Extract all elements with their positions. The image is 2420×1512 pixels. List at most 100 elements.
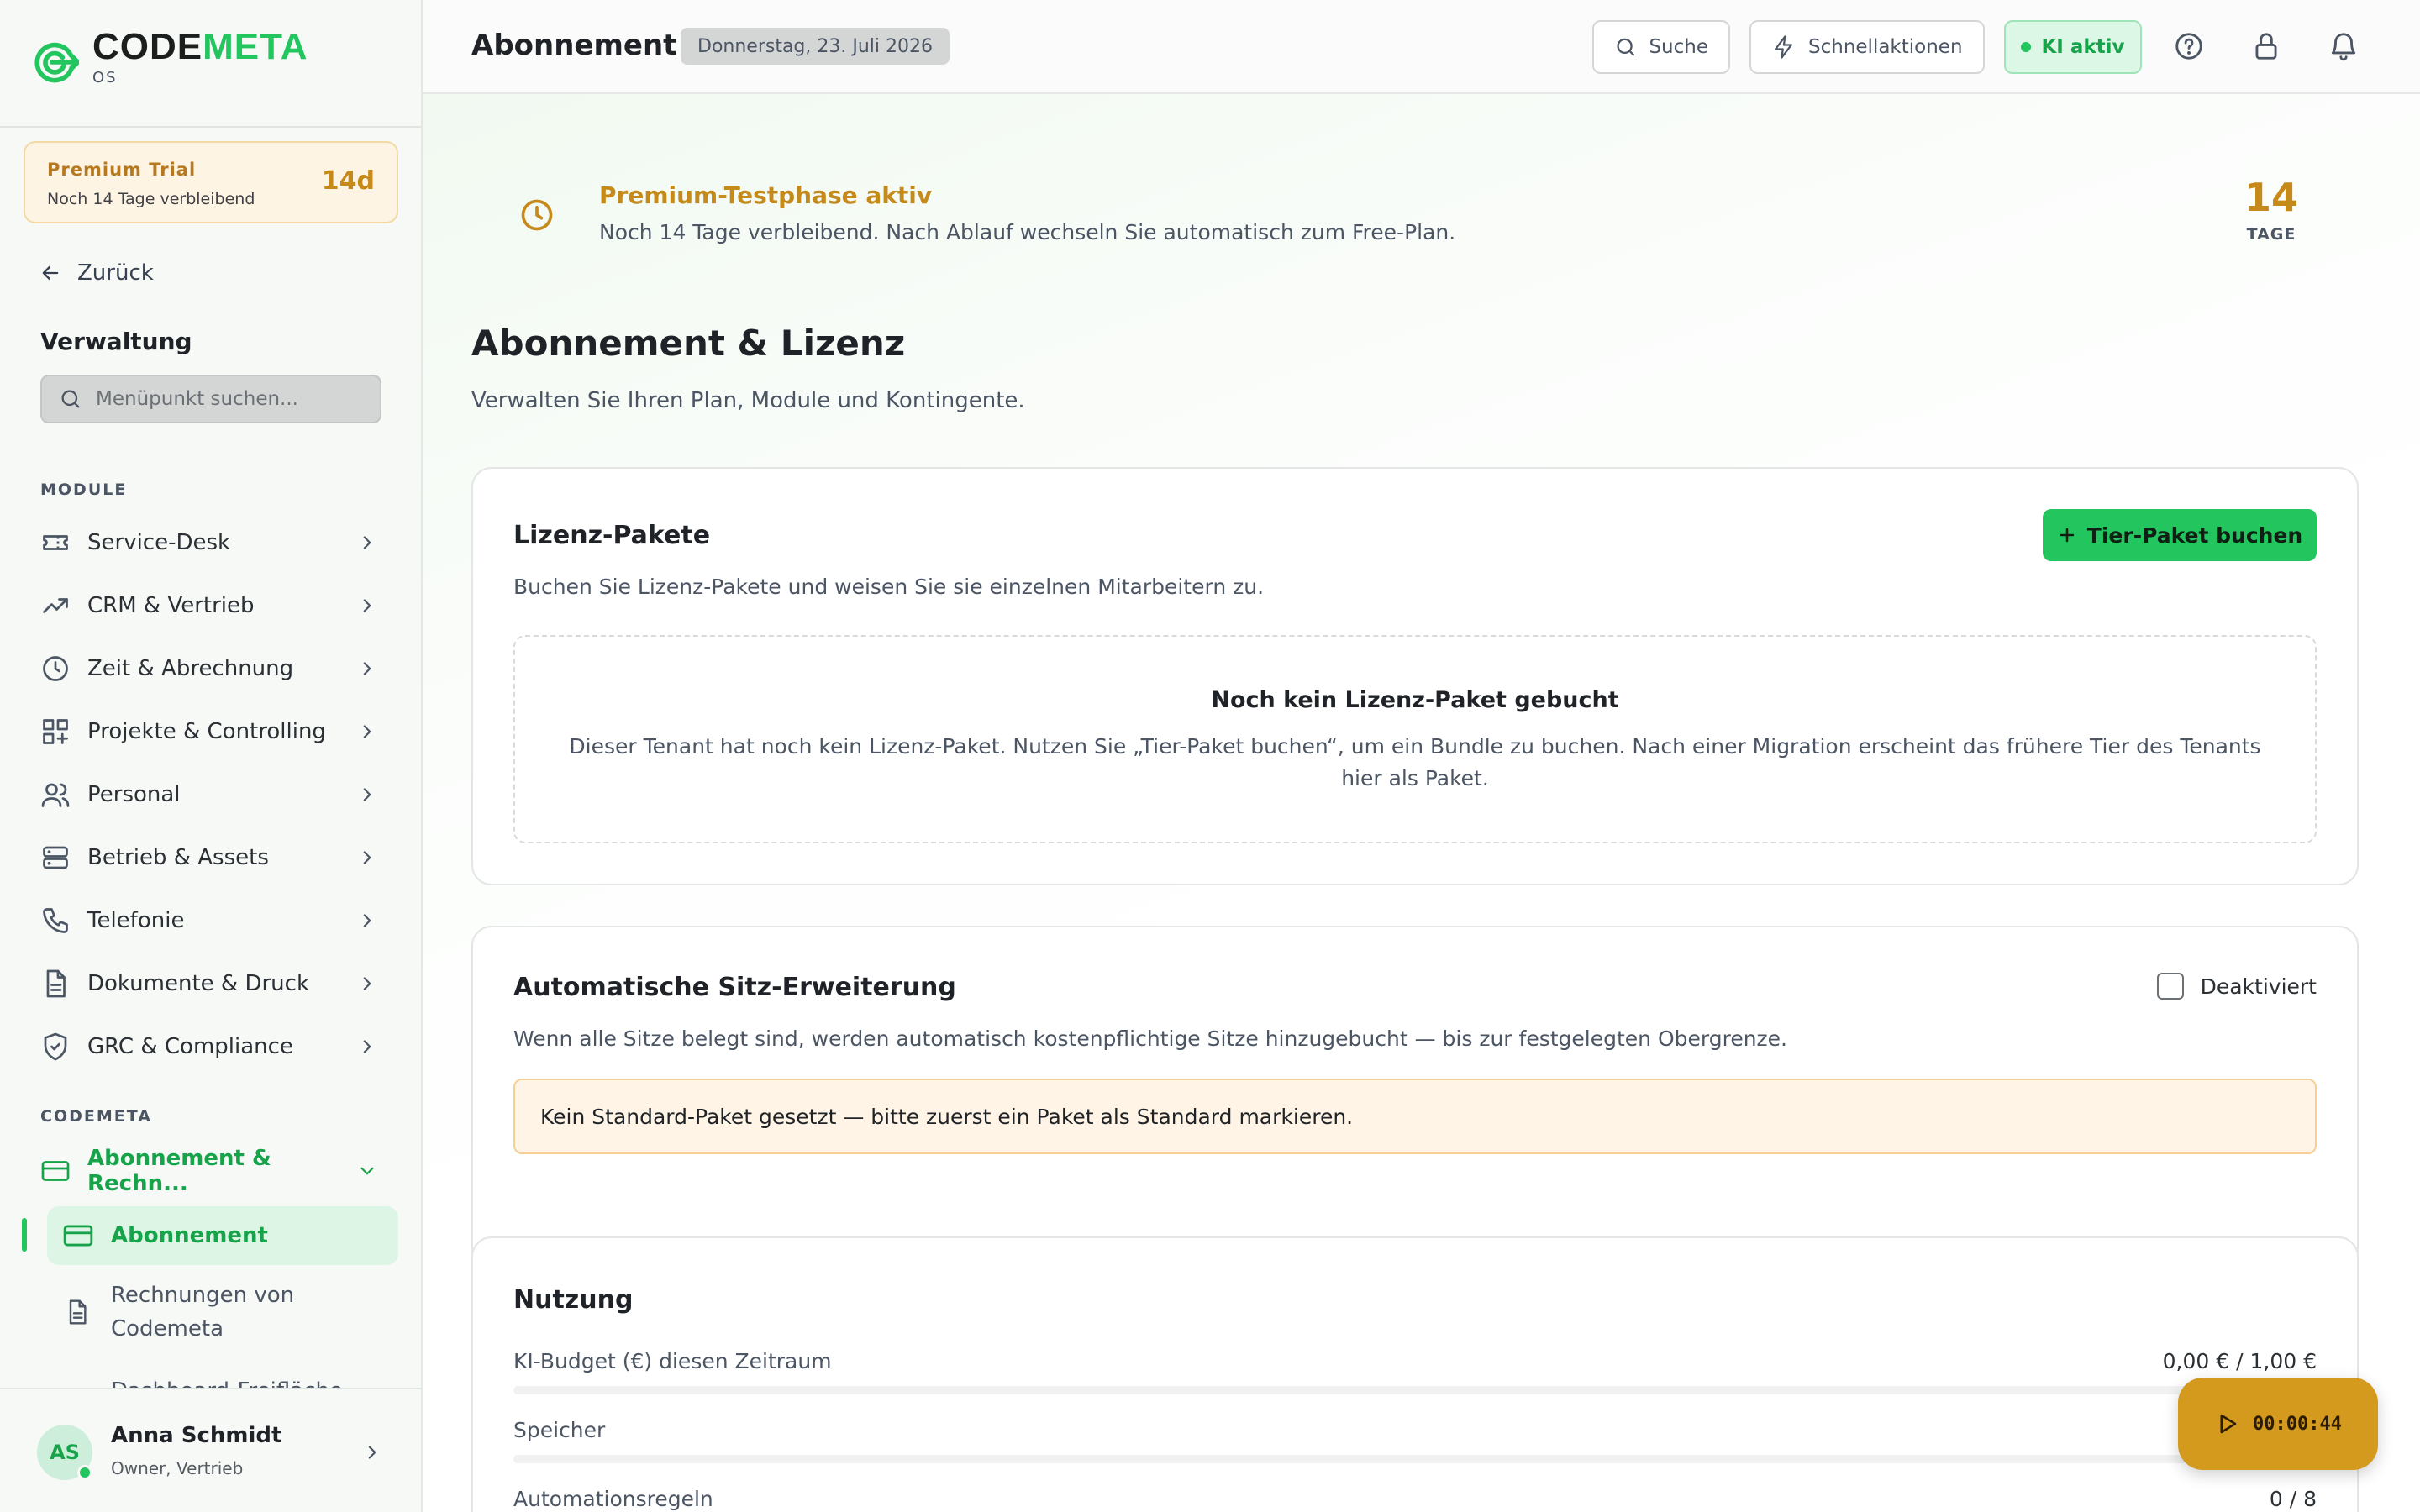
chevron-right-icon (363, 914, 371, 927)
date-badge: Donnerstag, 23. Juli 2026 (681, 28, 950, 65)
back-label: Zurück (77, 260, 154, 286)
menu-search-input[interactable]: Menüpunkt suchen... (40, 375, 381, 423)
trial-days: 14d (321, 166, 375, 196)
ki-status-label: KI aktiv (2041, 36, 2125, 58)
sidebar-item-label: Betrieb & Assets (87, 845, 269, 870)
app-logo[interactable]: CODEMETA OS (32, 27, 308, 87)
main-content: Premium-Testphase aktiv Noch 14 Tage ver… (423, 94, 2420, 1512)
admin-title: Verwaltung (40, 328, 192, 355)
seat-expansion-toggle[interactable]: Deaktiviert (2156, 973, 2317, 1000)
active-indicator (22, 1218, 27, 1252)
sidebar-item-label: CRM & Vertrieb (87, 593, 255, 618)
card-title: Automatische Sitz-Erweiterung (513, 973, 956, 1002)
grid-plus-icon (43, 719, 68, 744)
back-link[interactable]: Zurück (39, 260, 154, 286)
sidebar-item-service-desk[interactable]: Service-Desk (40, 517, 385, 568)
sidebar-item-label: Zeit & Abrechnung (87, 656, 294, 681)
book-tier-package-label: Tier-Paket buchen (2086, 522, 2303, 548)
quick-actions-label: Schnellaktionen (1808, 36, 1963, 58)
sidebar-item-telefonie[interactable]: Telefonie (40, 895, 385, 946)
sidebar-item-personal[interactable]: Personal (40, 769, 385, 820)
users-icon (41, 783, 70, 807)
bell-icon[interactable] (2328, 30, 2360, 62)
license-packages-card: Lizenz-Pakete Buchen Sie Lizenz-Pakete u… (471, 467, 2359, 885)
ticket-icon (43, 535, 68, 550)
sidebar-item-label: Telefonie (87, 908, 185, 933)
sidebar-item-label: Abonnement & Rechn... (87, 1146, 271, 1196)
ki-status-button[interactable]: KI aktiv (2004, 20, 2142, 74)
sidebar-item-dokumente[interactable]: Dokumente & Druck (40, 958, 385, 1009)
online-status-dot (77, 1465, 92, 1480)
seat-expansion-toggle-label: Deaktiviert (2200, 974, 2317, 999)
server-icon (43, 846, 68, 869)
sidebar-subitem-label: Abonnement (111, 1223, 268, 1248)
sidebar-item-label: Personal (87, 782, 181, 807)
page-title: Abonnement (471, 29, 677, 62)
book-tier-package-button[interactable]: Tier-Paket buchen (2043, 509, 2317, 561)
clock-icon (43, 656, 68, 681)
chevron-down-icon (360, 1167, 374, 1175)
search-button-label: Suche (1649, 36, 1708, 58)
search-button[interactable]: Suche (1592, 20, 1730, 74)
logo-word-code: CODE (92, 26, 203, 67)
user-menu[interactable]: AS Anna Schmidt Owner, Vertrieb (0, 1388, 421, 1512)
usage-card: Nutzung KI-Budget (€) diesen Zeitraum 0,… (471, 1236, 2359, 1512)
lock-icon[interactable] (2250, 30, 2282, 62)
trending-up-icon (43, 598, 68, 613)
arrow-left-icon (42, 265, 59, 281)
sidebar-item-grc[interactable]: GRC & Compliance (40, 1021, 385, 1072)
quick-actions-button[interactable]: Schnellaktionen (1749, 20, 1985, 74)
chevron-right-icon (363, 1040, 371, 1053)
card-description: Wenn alle Sitze belegt sind, werden auto… (513, 1026, 1788, 1051)
sidebar-item-abonnement-rechnungen[interactable]: Abonnement & Rechn... (40, 1146, 385, 1196)
search-icon (61, 390, 80, 408)
sidebar: CODEMETA OS Premium Trial Noch 14 Tage v… (0, 0, 423, 1512)
empty-state-title: Noch kein Lizenz-Paket gebucht (1211, 687, 1619, 713)
sidebar-subitem-label: Rechnungen von Codemeta (111, 1283, 295, 1341)
chevron-right-icon (363, 599, 371, 612)
trial-card[interactable]: Premium Trial Noch 14 Tage verbleibend 1… (24, 141, 398, 223)
empty-state-text: Dieser Tenant hat noch kein Lizenz-Paket… (569, 734, 2261, 790)
section-subheading: Verwalten Sie Ihren Plan, Module und Kon… (471, 388, 1025, 413)
menu-search-placeholder: Menüpunkt suchen... (96, 388, 298, 410)
logo-mark-icon (34, 42, 79, 83)
chevron-right-icon (363, 725, 371, 738)
seat-expansion-card: Automatische Sitz-Erweiterung Deaktivier… (471, 926, 2359, 1290)
help-icon[interactable] (2173, 30, 2205, 62)
sidebar-item-label: GRC & Compliance (87, 1034, 293, 1059)
card-title: Nutzung (513, 1285, 634, 1315)
credit-card-icon (63, 1225, 93, 1247)
usage-progress-track (513, 1386, 2317, 1394)
usage-label: Automationsregeln (513, 1487, 713, 1511)
document-icon (69, 1299, 87, 1325)
trial-subtitle: Noch 14 Tage verbleibend (47, 190, 255, 208)
chevron-right-icon (363, 662, 371, 675)
sidebar-item-projekte[interactable]: Projekte & Controlling (40, 706, 385, 757)
timer-display: 00:00:44 (2253, 1413, 2342, 1435)
sidebar-item-betrieb[interactable]: Betrieb & Assets (40, 832, 385, 883)
seat-expansion-checkbox[interactable] (2156, 973, 2184, 1000)
time-tracker-button[interactable]: 00:00:44 (2178, 1378, 2378, 1470)
shield-icon (44, 1032, 67, 1061)
usage-value: 0,00 € / 1,00 € (2162, 1349, 2317, 1373)
banner-text: Noch 14 Tage verbleibend. Nach Ablauf we… (599, 220, 1456, 244)
section-label-codemeta: CODEMETA (40, 1107, 152, 1126)
logo-subtitle: OS (92, 69, 118, 87)
empty-state: Noch kein Lizenz-Paket gebucht Dieser Te… (513, 635, 2317, 843)
section-label-modules: MODULE (40, 480, 128, 499)
plus-icon (2060, 528, 2075, 543)
sidebar-subitem-abonnement[interactable]: Abonnement (47, 1206, 398, 1265)
sidebar-divider (0, 126, 421, 128)
sidebar-item-label: Projekte & Controlling (87, 719, 326, 744)
sidebar-item-zeit[interactable]: Zeit & Abrechnung (40, 643, 385, 694)
chevron-right-icon (363, 788, 371, 801)
banner-title: Premium-Testphase aktiv (599, 181, 933, 209)
banner-days-unit: TAGE (2246, 225, 2296, 244)
top-header: Abonnement Donnerstag, 23. Juli 2026 Suc… (423, 0, 2420, 94)
section-heading: Abonnement & Lizenz (471, 323, 906, 364)
card-title: Lizenz-Pakete (513, 521, 711, 550)
phone-icon (43, 908, 68, 933)
sidebar-subitem-rechnungen[interactable]: Rechnungen von Codemeta (64, 1278, 392, 1346)
logo-word-meta: META (203, 26, 308, 67)
sidebar-item-crm[interactable]: CRM & Vertrieb (40, 580, 385, 631)
